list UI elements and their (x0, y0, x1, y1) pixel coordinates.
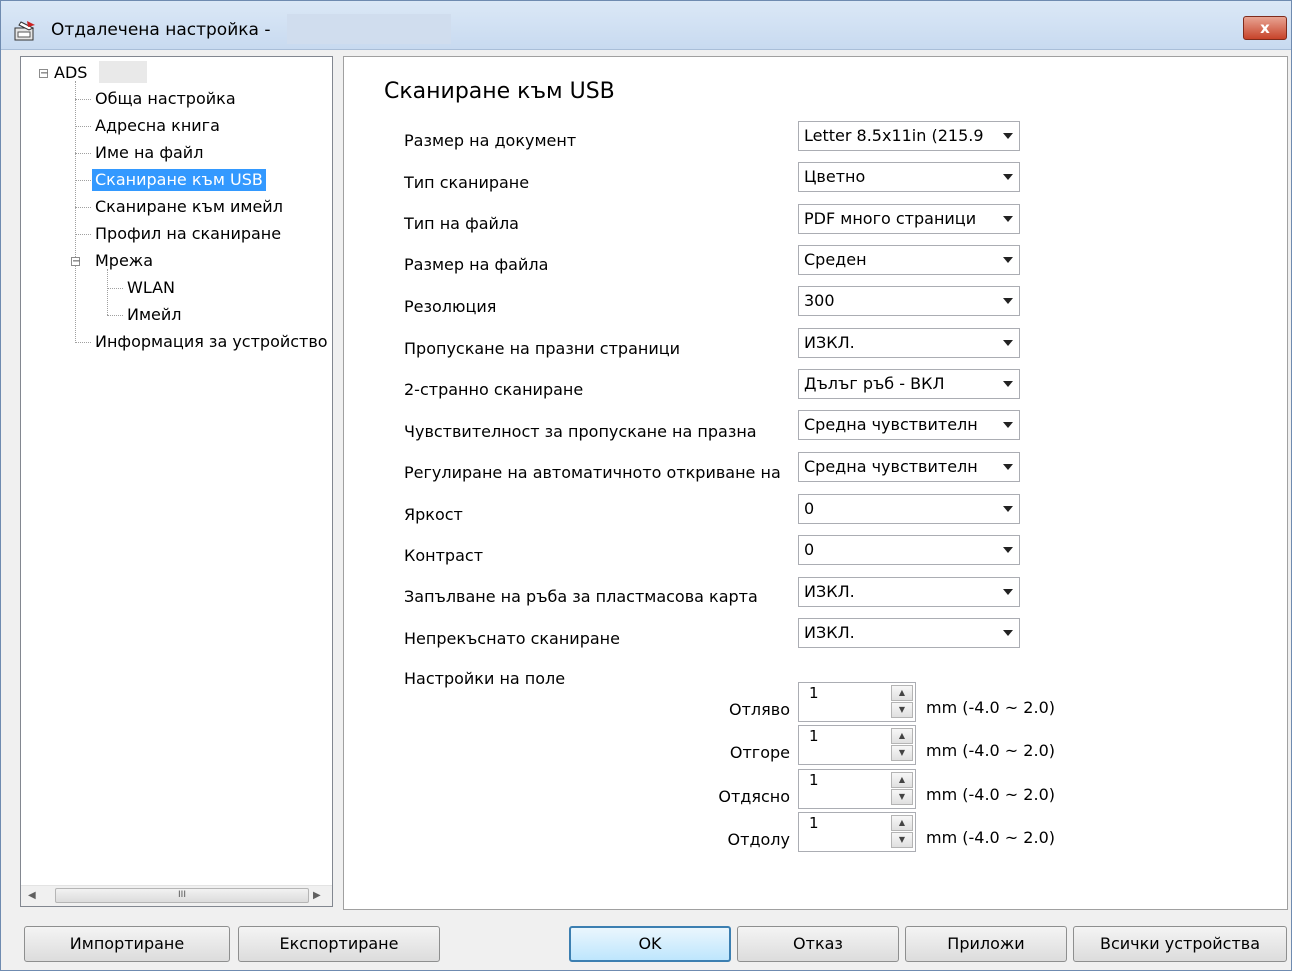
tree-item-general[interactable]: Обща настройка (95, 88, 236, 110)
chevron-down-icon (1003, 133, 1013, 139)
label-auto-detect-adjust: Регулиране на автоматичното откриване на (404, 463, 781, 482)
scrollbar-thumb[interactable]: III (55, 888, 309, 903)
chevron-down-icon (1003, 340, 1013, 346)
import-button[interactable]: Импортиране (24, 926, 230, 962)
tree-item-device-info[interactable]: Информация за устройство (95, 331, 328, 353)
tree-item-root[interactable]: ADS (54, 62, 87, 84)
select-contrast[interactable]: 0 (798, 535, 1020, 565)
spin-down-icon[interactable]: ▼ (891, 702, 913, 718)
spin-margin-left[interactable]: 1 ▲ ▼ (798, 682, 916, 722)
label-skip-blank-pages: Пропускане на празни страници (404, 339, 681, 358)
label-file-type: Тип на файла (404, 214, 519, 233)
label-blank-skip-sensitivity: Чувствителност за пропускане на празна (404, 422, 757, 441)
select-blank-skip-sensitivity[interactable]: Средна чувствителн (798, 410, 1020, 440)
redacted-device-name (287, 14, 451, 44)
label-margin-settings: Настройки на поле (404, 669, 566, 688)
title-bar[interactable]: Отдалечена настройка - x (1, 1, 1291, 50)
close-button[interactable]: x (1243, 16, 1287, 40)
chevron-down-icon (1003, 298, 1013, 304)
chevron-down-icon (1003, 174, 1013, 180)
page-title: Сканиране към USB (384, 79, 615, 104)
spin-margin-right[interactable]: 1 ▲ ▼ (798, 769, 916, 809)
collapse-network-icon[interactable]: − (71, 257, 80, 267)
all-devices-button[interactable]: Всички устройства (1073, 926, 1287, 962)
select-brightness[interactable]: 0 (798, 494, 1020, 524)
chevron-down-icon (1003, 547, 1013, 553)
select-scan-type[interactable]: Цветно (798, 162, 1020, 192)
tree-item-scan-to-email[interactable]: Сканиране към имейл (95, 196, 283, 218)
tree-item-wlan[interactable]: WLAN (127, 277, 175, 299)
export-button[interactable]: Експортиране (238, 926, 440, 962)
spin-margin-top[interactable]: 1 ▲ ▼ (798, 725, 916, 765)
margin-right-unit: mm (-4.0 ~ 2.0) (926, 785, 1055, 804)
tree-horizontal-scrollbar[interactable]: ◀ III ▶ (21, 885, 332, 906)
label-resolution: Резолюция (404, 297, 497, 316)
label-margin-left: Отляво (729, 700, 790, 719)
select-plastic-card-edge-fill[interactable]: ИЗКЛ. (798, 577, 1020, 607)
label-duplex-scan: 2-странно сканиране (404, 380, 584, 399)
apply-button[interactable]: Приложи (905, 926, 1067, 962)
tree-item-network[interactable]: Мрежа (95, 250, 153, 272)
margin-right-value: 1 (809, 771, 819, 789)
collapse-root-icon[interactable]: − (39, 69, 48, 79)
tree-item-scan-profile[interactable]: Профил на сканиране (95, 223, 281, 245)
window-title: Отдалечена настройка - (51, 20, 271, 40)
tree-item-email[interactable]: Имейл (127, 304, 182, 326)
label-file-size: Размер на файла (404, 255, 549, 274)
close-icon: x (1260, 19, 1270, 37)
margin-left-unit: mm (-4.0 ~ 2.0) (926, 698, 1055, 717)
scroll-left-icon[interactable]: ◀ (28, 890, 36, 901)
margin-bottom-unit: mm (-4.0 ~ 2.0) (926, 828, 1055, 847)
remote-setup-app-icon (14, 21, 35, 41)
margin-top-unit: mm (-4.0 ~ 2.0) (926, 741, 1055, 760)
tree-item-file-name[interactable]: Име на файл (95, 142, 203, 164)
chevron-down-icon (1003, 506, 1013, 512)
margin-left-value: 1 (809, 684, 819, 702)
chevron-down-icon (1003, 257, 1013, 263)
label-margin-bottom: Отдолу (727, 830, 790, 849)
spin-down-icon[interactable]: ▼ (891, 832, 913, 848)
select-skip-blank-pages[interactable]: ИЗКЛ. (798, 328, 1020, 358)
label-continuous-scan: Непрекъснато сканиране (404, 629, 620, 648)
cancel-button[interactable]: Отказ (737, 926, 899, 962)
margin-top-value: 1 (809, 727, 819, 745)
tree-item-scan-to-usb[interactable]: Сканиране към USB (92, 169, 266, 191)
tree-item-address-book[interactable]: Адресна книга (95, 115, 220, 137)
scrollbar-grip: III (178, 890, 186, 900)
spin-down-icon[interactable]: ▼ (891, 745, 913, 761)
chevron-down-icon (1003, 630, 1013, 636)
settings-panel: Сканиране към USB Размер на документ Let… (343, 56, 1288, 910)
spin-down-icon[interactable]: ▼ (891, 789, 913, 805)
chevron-down-icon (1003, 422, 1013, 428)
chevron-down-icon (1003, 464, 1013, 470)
select-continuous-scan[interactable]: ИЗКЛ. (798, 618, 1020, 648)
spin-up-icon[interactable]: ▲ (891, 728, 913, 744)
spin-up-icon[interactable]: ▲ (891, 772, 913, 788)
margin-bottom-value: 1 (809, 814, 819, 832)
label-plastic-card-edge-fill: Запълване на ръба за пластмасова карта (404, 587, 758, 606)
select-auto-detect-adjust[interactable]: Средна чувствителн (798, 452, 1020, 482)
redacted-model (99, 61, 147, 83)
ok-button[interactable]: OK (569, 926, 731, 962)
label-margin-top: Отгоре (729, 743, 790, 762)
remote-setup-window: Отдалечена настройка - x − ADS Обща наст… (0, 0, 1292, 971)
chevron-down-icon (1003, 589, 1013, 595)
select-duplex-scan[interactable]: Дълъг ръб - ВКЛ (798, 369, 1020, 399)
label-scan-type: Тип сканиране (404, 173, 530, 192)
label-contrast: Контраст (404, 546, 484, 565)
scroll-right-icon[interactable]: ▶ (313, 890, 321, 901)
label-brightness: Яркост (404, 505, 463, 524)
chevron-down-icon (1003, 216, 1013, 222)
spin-up-icon[interactable]: ▲ (891, 815, 913, 831)
label-document-size: Размер на документ (404, 131, 577, 150)
settings-tree[interactable]: − ADS Обща настройка Адресна книга Име н… (20, 56, 333, 907)
select-resolution[interactable]: 300 (798, 286, 1020, 316)
select-file-type[interactable]: PDF много страници (798, 204, 1020, 234)
spin-up-icon[interactable]: ▲ (891, 685, 913, 701)
chevron-down-icon (1003, 381, 1013, 387)
spin-margin-bottom[interactable]: 1 ▲ ▼ (798, 812, 916, 852)
select-document-size[interactable]: Letter 8.5x11in (215.9 (798, 121, 1020, 151)
select-file-size[interactable]: Среден (798, 245, 1020, 275)
label-margin-right: Отдясно (718, 787, 790, 806)
